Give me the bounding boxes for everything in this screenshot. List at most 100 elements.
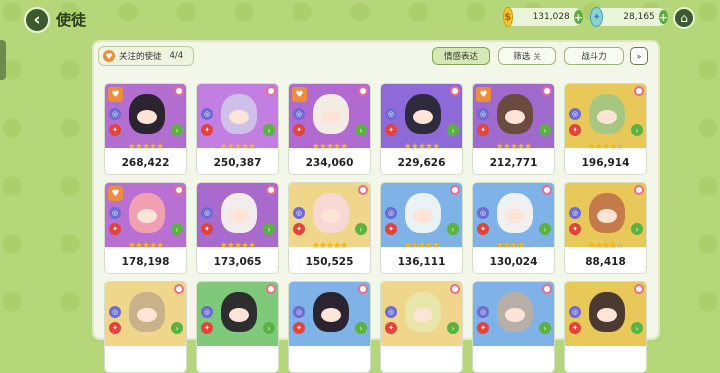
apostle-card[interactable]: ◎ ✦ › ★★★★★ 229,626 — [380, 83, 463, 175]
apostle-card[interactable]: ◎ ✦ › — [104, 281, 187, 373]
chevron-double-down-icon[interactable]: » — [630, 47, 648, 65]
chevron-right-icon: › — [539, 322, 551, 334]
chevron-right-icon: › — [355, 223, 367, 235]
character-art — [313, 193, 349, 233]
filter-button[interactable]: 筛选 关 — [498, 47, 556, 65]
chevron-right-icon: › — [263, 124, 275, 136]
favorite-label: 关注的使徒 — [119, 52, 162, 62]
chevron-right-icon: › — [263, 322, 275, 334]
star-filled-icon: ★ — [340, 241, 348, 251]
star-empty-icon: ☆ — [524, 241, 532, 251]
character-art — [405, 292, 441, 332]
apostle-card[interactable]: ◎ ✦ › — [288, 281, 371, 373]
apostle-card[interactable]: ◎ ✦ › ★★★★☆ 130,024 — [472, 182, 555, 274]
character-art — [405, 193, 441, 233]
class-icon: ◎ — [385, 108, 397, 120]
combat-power: 173,065 — [213, 256, 262, 268]
star-filled-icon: ★ — [318, 142, 327, 152]
star-filled-icon: ★ — [219, 241, 228, 251]
apostle-card[interactable]: ◎ ✦ › ★★★★☆ 88,418 — [564, 182, 647, 274]
star-filled-icon: ★ — [432, 241, 440, 251]
character-art — [589, 292, 625, 332]
add-gems-button[interactable]: + — [658, 10, 668, 24]
character-art — [129, 94, 165, 134]
favorite-heart-icon: ♥ — [292, 87, 307, 102]
star-filled-icon: ★ — [495, 241, 504, 251]
role-icon: ✦ — [109, 223, 121, 235]
favorite-count: 4/4 — [169, 51, 184, 61]
coin-icon: $ — [503, 7, 513, 27]
sort-dropdown[interactable]: 战斗力 — [564, 47, 624, 65]
apostle-card[interactable]: ♥ ◎ ✦ › ★★★★★ 178,198 — [104, 182, 187, 274]
back-button[interactable]: ‹ — [24, 7, 50, 33]
apostle-card[interactable]: ◎ ✦ › ★★★★☆ 196,914 — [564, 83, 647, 175]
chevron-right-icon: › — [539, 124, 551, 136]
apostle-card[interactable]: ◎ ✦ › ★★★★★ 173,065 — [196, 182, 279, 274]
class-icon: ◎ — [293, 108, 305, 120]
role-icon: ✦ — [201, 124, 213, 136]
character-art — [589, 94, 625, 134]
star-filled-icon: ★ — [432, 142, 440, 152]
star-filled-icon: ★ — [226, 142, 235, 152]
class-icon: ◎ — [293, 306, 305, 318]
apostle-card[interactable]: ◎ ✦ › — [380, 281, 463, 373]
class-icon: ◎ — [385, 207, 397, 219]
role-icon: ✦ — [293, 322, 305, 334]
chevron-right-icon: › — [447, 223, 459, 235]
star-filled-icon: ★ — [325, 142, 334, 152]
class-icon: ◎ — [477, 108, 489, 120]
role-icon: ✦ — [201, 223, 213, 235]
star-filled-icon: ★ — [502, 241, 511, 251]
new-dot-icon — [542, 185, 552, 195]
apostle-card[interactable]: ♥ ◎ ✦ › ★★★★★ 268,422 — [104, 83, 187, 175]
star-filled-icon: ★ — [248, 241, 256, 251]
star-rating: ★★★★★ — [289, 142, 370, 152]
combat-power: 136,111 — [397, 256, 446, 268]
star-filled-icon: ★ — [219, 142, 228, 152]
apostle-card[interactable]: ♥ ◎ ✦ › ★★★★★ 212,771 — [472, 83, 555, 175]
gem-counter: ✦ 28,165 + — [590, 7, 668, 27]
apostle-card[interactable]: ♥ ◎ ✦ › ★★★★★ 234,060 — [288, 83, 371, 175]
role-icon: ✦ — [477, 223, 489, 235]
new-dot-icon — [450, 284, 460, 294]
emotion-toggle-button[interactable]: 情感表达 — [432, 47, 490, 65]
apostle-card[interactable]: ◎ ✦ › — [472, 281, 555, 373]
star-rating: ★★★★★ — [105, 142, 186, 152]
star-filled-icon: ★ — [311, 142, 320, 152]
star-empty-icon: ☆ — [616, 142, 624, 152]
new-dot-icon — [266, 86, 276, 96]
star-filled-icon: ★ — [318, 241, 327, 251]
chevron-right-icon: › — [171, 322, 183, 334]
add-coins-button[interactable]: + — [573, 10, 583, 24]
sort-label: 战斗力 — [581, 52, 607, 62]
star-filled-icon: ★ — [509, 142, 518, 152]
character-art — [129, 292, 165, 332]
class-icon: ◎ — [569, 306, 581, 318]
star-filled-icon: ★ — [417, 142, 426, 152]
apostle-card[interactable]: ◎ ✦ › ★★★★★ 136,111 — [380, 182, 463, 274]
combat-power: 196,914 — [581, 157, 630, 169]
side-tab-handle[interactable] — [0, 40, 6, 80]
new-dot-icon — [450, 86, 460, 96]
chevron-right-icon: › — [355, 124, 367, 136]
apostle-card[interactable]: ◎ ✦ › — [564, 281, 647, 373]
apostle-card[interactable]: ◎ ✦ › ★★★★★ 150,525 — [288, 182, 371, 274]
character-art — [497, 94, 533, 134]
apostle-card[interactable]: ◎ ✦ › — [196, 281, 279, 373]
star-filled-icon: ★ — [134, 142, 143, 152]
combat-power: 212,771 — [489, 157, 538, 169]
combat-power: 268,422 — [121, 157, 170, 169]
favorite-heart-icon: ♥ — [476, 87, 491, 102]
chevron-right-icon: › — [171, 124, 183, 136]
apostle-card[interactable]: ◎ ✦ › ★★★★★ 250,387 — [196, 83, 279, 175]
star-rating: ★★★★★ — [105, 241, 186, 251]
favorite-apostles-indicator: ♥ 关注的使徒 4/4 — [98, 46, 194, 66]
star-filled-icon: ★ — [417, 241, 426, 251]
new-dot-icon — [358, 86, 368, 96]
home-button[interactable]: ⌂ — [673, 7, 695, 29]
page-title: 使徒 — [56, 11, 87, 29]
star-filled-icon: ★ — [403, 241, 412, 251]
role-icon: ✦ — [569, 124, 581, 136]
role-icon: ✦ — [109, 322, 121, 334]
star-filled-icon: ★ — [233, 241, 242, 251]
